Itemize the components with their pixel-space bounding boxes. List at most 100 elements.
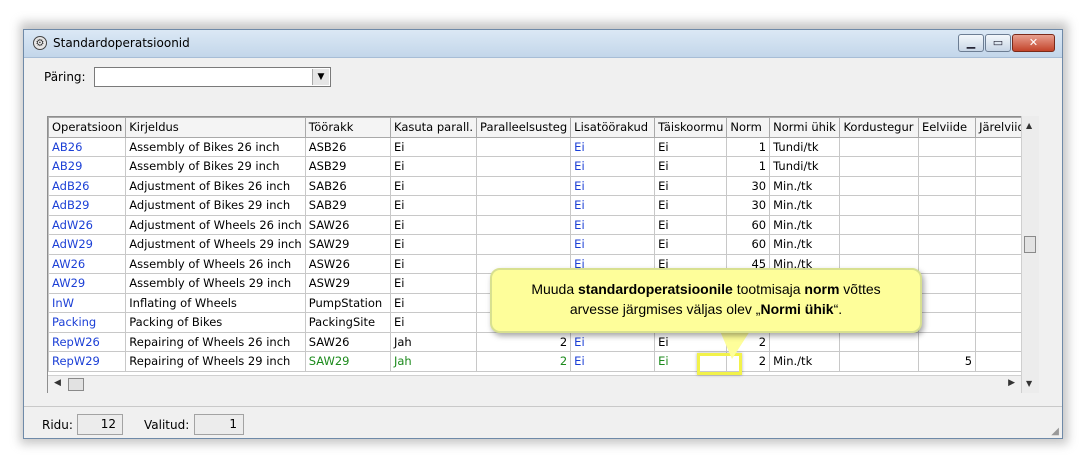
maximize-button[interactable]: ▭ xyxy=(985,34,1011,52)
table-cell[interactable]: InW xyxy=(48,292,127,313)
table-cell[interactable]: 60 xyxy=(726,234,771,255)
table-cell[interactable]: 30 xyxy=(726,195,771,216)
table-cell[interactable]: Jah xyxy=(389,331,478,352)
table-cell[interactable]: Ei xyxy=(654,136,728,157)
table-cell[interactable] xyxy=(917,195,977,216)
table-cell[interactable]: Ei xyxy=(654,156,728,177)
column-header[interactable]: Kirjeldus xyxy=(125,117,306,138)
table-cell[interactable]: Ei xyxy=(570,331,656,352)
table-cell[interactable]: Ei xyxy=(389,156,478,177)
table-cell[interactable]: 1 xyxy=(726,156,771,177)
table-cell[interactable] xyxy=(839,175,919,196)
table-cell[interactable]: AB26 xyxy=(48,136,127,157)
table-cell[interactable]: Ei xyxy=(570,234,656,255)
table-cell[interactable]: Min./tk xyxy=(769,195,841,216)
table-cell[interactable]: Ei xyxy=(654,234,728,255)
table-cell[interactable]: Ei xyxy=(570,136,656,157)
scroll-down-icon[interactable]: ▼ xyxy=(1026,379,1032,388)
table-cell[interactable]: Ei xyxy=(389,253,478,274)
table-cell[interactable]: Packing xyxy=(48,312,127,333)
column-header[interactable]: Täiskoormu xyxy=(654,117,728,138)
table-cell[interactable]: 2 xyxy=(476,351,572,372)
table-cell[interactable]: Ei xyxy=(570,195,656,216)
table-cell[interactable] xyxy=(769,331,841,352)
table-cell[interactable]: RepW26 xyxy=(48,331,127,352)
scroll-right-icon[interactable]: ▶ xyxy=(1008,378,1015,388)
table-cell[interactable]: Assembly of Bikes 26 inch xyxy=(125,136,306,157)
column-header[interactable]: Operatsioon xyxy=(48,117,127,138)
vertical-scroll-thumb[interactable] xyxy=(1024,236,1036,253)
table-cell[interactable]: AW26 xyxy=(48,253,127,274)
table-cell[interactable]: 2 xyxy=(476,331,572,352)
scroll-left-icon[interactable]: ◀ xyxy=(54,378,61,388)
table-cell[interactable] xyxy=(917,136,977,157)
table-cell[interactable]: 60 xyxy=(726,214,771,235)
column-header[interactable]: Normi ühik xyxy=(769,117,841,138)
table-cell[interactable]: Jah xyxy=(389,351,478,372)
table-cell[interactable]: Ei xyxy=(570,175,656,196)
table-cell[interactable]: SAB29 xyxy=(304,195,391,216)
table-cell[interactable] xyxy=(917,175,977,196)
table-cell[interactable] xyxy=(476,156,572,177)
table-cell[interactable] xyxy=(476,234,572,255)
table-cell[interactable]: PumpStation xyxy=(304,292,391,313)
table-cell[interactable] xyxy=(839,234,919,255)
table-cell[interactable]: Repairing of Wheels 26 inch xyxy=(125,331,306,352)
table-cell[interactable]: Adjustment of Wheels 26 inch xyxy=(125,214,306,235)
table-cell[interactable] xyxy=(917,331,977,352)
column-header[interactable]: Paralleelsusteg xyxy=(476,117,572,138)
table-cell[interactable]: SAW26 xyxy=(304,331,391,352)
table-cell[interactable]: Adjustment of Wheels 29 inch xyxy=(125,234,306,255)
table-cell[interactable]: Ei xyxy=(389,234,478,255)
table-cell[interactable]: AB29 xyxy=(48,156,127,177)
table-row[interactable]: AB29 Assembly of Bikes 29 inch ASB29 Ei Ei Ei… xyxy=(48,156,1038,177)
table-cell[interactable]: Assembly of Wheels 29 inch xyxy=(125,273,306,294)
table-cell[interactable]: Ei xyxy=(570,156,656,177)
table-cell[interactable]: Tundi/tk xyxy=(769,156,841,177)
table-cell[interactable]: Ei xyxy=(389,273,478,294)
table-cell[interactable]: PackingSite xyxy=(304,312,391,333)
column-header[interactable]: Lisatöörakud xyxy=(570,117,656,138)
table-cell[interactable]: AW29 xyxy=(48,273,127,294)
table-row[interactable]: AdB26 Adjustment of Bikes 26 inch SAB26 Ei E… xyxy=(48,175,1038,196)
table-cell[interactable]: Min./tk xyxy=(769,175,841,196)
table-cell[interactable]: Adjustment of Bikes 29 inch xyxy=(125,195,306,216)
query-dropdown[interactable]: ▼ xyxy=(94,67,331,87)
table-cell[interactable]: AdW26 xyxy=(48,214,127,235)
table-cell[interactable] xyxy=(476,175,572,196)
table-cell[interactable] xyxy=(917,234,977,255)
table-cell[interactable] xyxy=(917,214,977,235)
title-bar[interactable]: ⚙ Standardoperatsioonid ▁ ▭ ✕ xyxy=(24,30,1062,58)
table-cell[interactable]: ASB29 xyxy=(304,156,391,177)
table-cell[interactable] xyxy=(917,253,977,274)
table-cell[interactable]: Min./tk xyxy=(769,234,841,255)
table-cell[interactable]: Ei xyxy=(389,136,478,157)
minimize-button[interactable]: ▁ xyxy=(958,34,984,52)
table-cell[interactable] xyxy=(839,136,919,157)
table-cell[interactable]: SAW29 xyxy=(304,351,391,372)
table-cell[interactable] xyxy=(917,156,977,177)
table-cell[interactable]: Assembly of Wheels 26 inch xyxy=(125,253,306,274)
table-row[interactable]: AdW29 Adjustment of Wheels 29 inch SAW29 Ei… xyxy=(48,234,1038,255)
table-row[interactable]: RepW29 Repairing of Wheels 29 inch SAW29 Ja… xyxy=(48,351,1038,372)
table-cell[interactable]: 1 xyxy=(726,136,771,157)
table-row[interactable]: AdW26 Adjustment of Wheels 26 inch SAW26 Ei… xyxy=(48,214,1038,235)
table-cell[interactable]: 5 xyxy=(917,351,977,372)
column-header[interactable]: Kordustegur xyxy=(839,117,919,138)
table-cell[interactable]: ASW26 xyxy=(304,253,391,274)
column-header[interactable]: Kasuta parall. xyxy=(389,117,478,138)
table-cell[interactable]: AdB26 xyxy=(48,175,127,196)
table-cell[interactable] xyxy=(917,312,977,333)
table-row[interactable]: AdB29 Adjustment of Bikes 29 inch SAB29 Ei E… xyxy=(48,195,1038,216)
table-cell[interactable]: ASB26 xyxy=(304,136,391,157)
table-cell[interactable] xyxy=(476,136,572,157)
table-cell[interactable]: Adjustment of Bikes 26 inch xyxy=(125,175,306,196)
table-cell[interactable]: Ei xyxy=(654,214,728,235)
table-cell[interactable]: AdB29 xyxy=(48,195,127,216)
table-cell[interactable]: Ei xyxy=(389,175,478,196)
vertical-scrollbar[interactable]: ▲ ▼ xyxy=(1021,116,1039,393)
table-cell[interactable]: Ei xyxy=(389,195,478,216)
table-cell[interactable]: Packing of Bikes xyxy=(125,312,306,333)
table-cell[interactable]: AdW29 xyxy=(48,234,127,255)
table-cell[interactable] xyxy=(917,292,977,313)
